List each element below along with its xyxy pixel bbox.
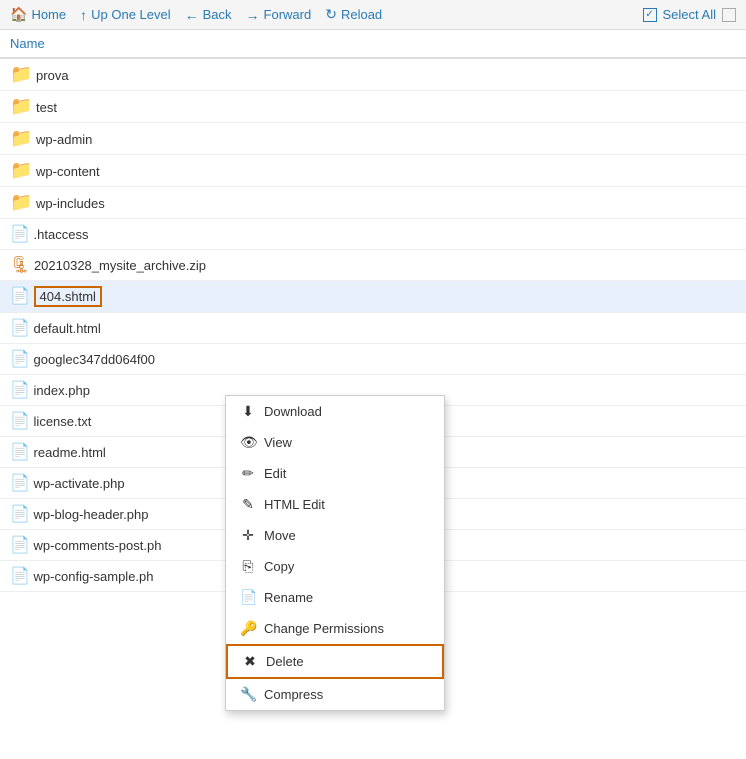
menu-icon: ⎘: [240, 558, 256, 575]
home-button[interactable]: 🏠 Home: [10, 6, 66, 23]
php-icon: 📄: [10, 382, 30, 399]
filename: wp-activate.php: [34, 476, 125, 491]
reload-icon: ↻: [325, 6, 337, 23]
menu-item-label: Change Permissions: [264, 621, 384, 636]
filename: default.html: [34, 321, 101, 336]
filename: prova: [36, 68, 69, 83]
select-all-button[interactable]: ✓ Select All: [643, 7, 736, 22]
back-button[interactable]: ← Back: [185, 7, 232, 23]
filename: readme.html: [34, 445, 106, 460]
folder-icon: 📁: [10, 192, 32, 212]
context-menu-item-rename[interactable]: 📄 Rename: [226, 582, 444, 613]
folder-icon: 📁: [10, 64, 32, 84]
context-menu-item-edit[interactable]: ✏ Edit: [226, 458, 444, 489]
php-icon: 📄: [10, 475, 30, 492]
checkbox-icon: ✓: [643, 8, 657, 22]
menu-icon: 📄: [240, 589, 256, 606]
html-icon: 📄: [10, 444, 30, 461]
up-one-level-label: Up One Level: [91, 7, 171, 22]
context-menu: ⬇ Download 👁 View ✏ Edit ✎ HTML Edit ✛ Move ⎘ Copy 📄…: [225, 395, 445, 711]
html-icon: 📄: [10, 288, 30, 305]
menu-item-label: View: [264, 435, 292, 450]
filename: license.txt: [34, 414, 92, 429]
content-wrapper: Name 📁 prova📁 test📁 wp-admin📁 wp-content…: [0, 30, 746, 592]
menu-icon: 🔧: [240, 686, 256, 703]
filename: googlec347dd064f00: [34, 352, 155, 367]
filename: wp-content: [36, 164, 100, 179]
context-menu-item-copy[interactable]: ⎘ Copy: [226, 551, 444, 582]
name-column-header: Name: [0, 30, 746, 58]
reload-label: Reload: [341, 7, 382, 22]
folder-icon: 📁: [10, 128, 32, 148]
menu-icon: ✎: [240, 496, 256, 513]
empty-checkbox-icon: [722, 8, 736, 22]
forward-button[interactable]: → Forward: [246, 7, 312, 23]
reload-button[interactable]: ↻ Reload: [325, 6, 382, 23]
context-menu-item-compress[interactable]: 🔧 Compress: [226, 679, 444, 710]
forward-label: Forward: [264, 7, 312, 22]
menu-item-label: Rename: [264, 590, 313, 605]
menu-icon: ⬇: [240, 403, 256, 420]
doc-icon: 📄: [10, 226, 30, 243]
menu-icon: 🔑: [240, 620, 256, 637]
forward-icon: →: [246, 7, 260, 23]
doc-icon: 📄: [10, 413, 30, 430]
table-row[interactable]: 🗜 20210328_mysite_archive.zip: [0, 250, 746, 281]
filename: .htaccess: [34, 227, 89, 242]
php-icon: 📄: [10, 568, 30, 585]
table-row[interactable]: 📁 wp-includes: [0, 187, 746, 219]
php-icon: 📄: [10, 506, 30, 523]
filename: wp-comments-post.ph: [34, 538, 162, 553]
menu-icon: ✛: [240, 527, 256, 544]
filename: 20210328_mysite_archive.zip: [34, 258, 206, 273]
context-menu-item-download[interactable]: ⬇ Download: [226, 396, 444, 427]
menu-item-label: Move: [264, 528, 296, 543]
menu-item-label: Download: [264, 404, 322, 419]
table-row[interactable]: 📄 googlec347dd064f00: [0, 344, 746, 375]
table-row[interactable]: 📁 wp-content: [0, 155, 746, 187]
table-row[interactable]: 📄 404.shtml: [0, 281, 746, 313]
menu-item-label: Edit: [264, 466, 286, 481]
table-row[interactable]: 📄 default.html: [0, 313, 746, 344]
folder-icon: 📁: [10, 96, 32, 116]
table-row[interactable]: 📁 wp-admin: [0, 123, 746, 155]
filename: wp-blog-header.php: [34, 507, 149, 522]
menu-icon: ✖: [242, 653, 258, 670]
home-icon: 🏠: [10, 6, 27, 23]
filename: 404.shtml: [34, 286, 102, 307]
html-icon: 📄: [10, 351, 30, 368]
filename: test: [36, 100, 57, 115]
menu-item-label: Copy: [264, 559, 294, 574]
back-label: Back: [203, 7, 232, 22]
table-row[interactable]: 📁 prova: [0, 58, 746, 91]
back-icon: ←: [185, 7, 199, 23]
table-row[interactable]: 📁 test: [0, 91, 746, 123]
toolbar: 🏠 Home ↑ Up One Level ← Back → Forward ↻…: [0, 0, 746, 30]
context-menu-item-view[interactable]: 👁 View: [226, 427, 444, 458]
context-menu-item-move[interactable]: ✛ Move: [226, 520, 444, 551]
php-icon: 📄: [10, 537, 30, 554]
menu-item-label: HTML Edit: [264, 497, 325, 512]
filename: index.php: [34, 383, 90, 398]
context-menu-item-delete[interactable]: ✖ Delete: [226, 644, 444, 679]
context-menu-item-change-permissions[interactable]: 🔑 Change Permissions: [226, 613, 444, 644]
html-icon: 📄: [10, 320, 30, 337]
table-row[interactable]: 📄 .htaccess: [0, 219, 746, 250]
context-menu-item-html-edit[interactable]: ✎ HTML Edit: [226, 489, 444, 520]
menu-item-label: Compress: [264, 687, 323, 702]
filename: wp-includes: [36, 196, 105, 211]
menu-item-label: Delete: [266, 654, 304, 669]
table-header: Name: [0, 30, 746, 58]
up-icon: ↑: [80, 7, 87, 23]
zip-icon: 🗜: [10, 257, 30, 274]
menu-icon: 👁: [240, 434, 256, 451]
up-one-level-button[interactable]: ↑ Up One Level: [80, 7, 171, 23]
home-label: Home: [31, 7, 66, 22]
filename: wp-admin: [36, 132, 92, 147]
menu-icon: ✏: [240, 465, 256, 482]
filename: wp-config-sample.ph: [34, 569, 154, 584]
select-all-label: Select All: [663, 7, 716, 22]
folder-icon: 📁: [10, 160, 32, 180]
